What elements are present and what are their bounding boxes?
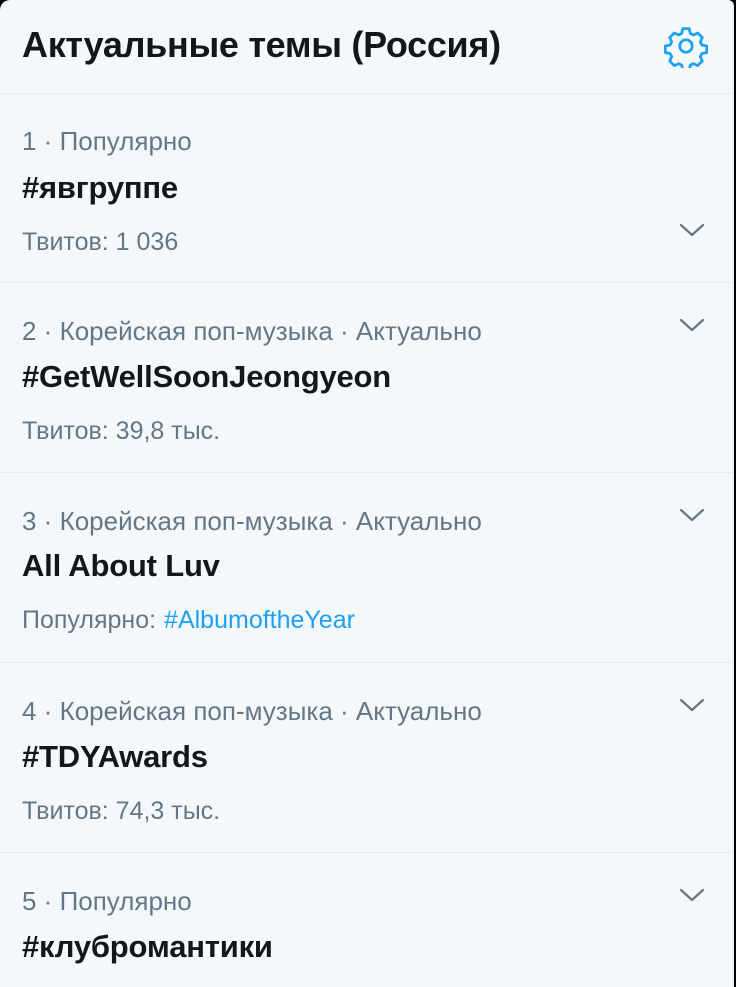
trends-header: Актуальные темы (Россия) xyxy=(0,0,733,94)
chevron-down-icon[interactable] xyxy=(678,317,706,335)
trend-name[interactable]: All About Luv xyxy=(22,548,220,584)
chevron-down-icon[interactable] xyxy=(678,222,706,240)
trend-meta: 2 · Корейская поп-музыка · Актуально xyxy=(22,316,482,346)
trend-name[interactable]: #GetWellSoonJeongyeon xyxy=(22,359,391,395)
trend-hashtag-link[interactable]: #AlbumoftheYear xyxy=(164,606,355,634)
trend-item-4[interactable]: 4 · Корейская поп-музыка · Актуально #TD… xyxy=(0,663,733,853)
trend-meta: 5 · Популярно xyxy=(22,886,192,916)
chevron-down-icon[interactable] xyxy=(678,887,706,905)
trends-panel: Актуальные темы (Россия) 1 · Популярно #… xyxy=(0,0,734,987)
trend-name[interactable]: #клубромантики xyxy=(22,929,273,965)
gear-icon[interactable] xyxy=(663,24,709,72)
trend-tweet-count: Твитов: 39,8 тыс. xyxy=(22,417,221,445)
page-title: Актуальные темы (Россия) xyxy=(22,24,501,65)
trend-tweet-count: Твитов: 1 036 xyxy=(22,228,179,256)
trend-meta: 4 · Корейская поп-музыка · Актуально xyxy=(22,696,482,726)
chevron-down-icon[interactable] xyxy=(678,507,706,525)
trend-item-2[interactable]: 2 · Корейская поп-музыка · Актуально #Ge… xyxy=(0,283,733,473)
trend-popular-with: Популярно: #AlbumoftheYear xyxy=(22,606,355,635)
trend-item-3[interactable]: 3 · Корейская поп-музыка · Актуально All… xyxy=(0,473,733,663)
trend-item-5[interactable]: 5 · Популярно #клубромантики xyxy=(0,853,733,987)
trend-meta: 1 · Популярно xyxy=(22,126,192,156)
trend-tweet-count: Твитов: 74,3 тыс. xyxy=(22,797,221,825)
trend-item-1[interactable]: 1 · Популярно #явгруппе Твитов: 1 036 xyxy=(0,94,733,283)
trend-popular-label: Популярно: xyxy=(22,606,157,634)
trend-name[interactable]: #явгруппе xyxy=(22,170,178,206)
trend-meta: 3 · Корейская поп-музыка · Актуально xyxy=(22,506,482,536)
trend-name[interactable]: #TDYAwards xyxy=(22,739,208,775)
chevron-down-icon[interactable] xyxy=(678,697,706,715)
